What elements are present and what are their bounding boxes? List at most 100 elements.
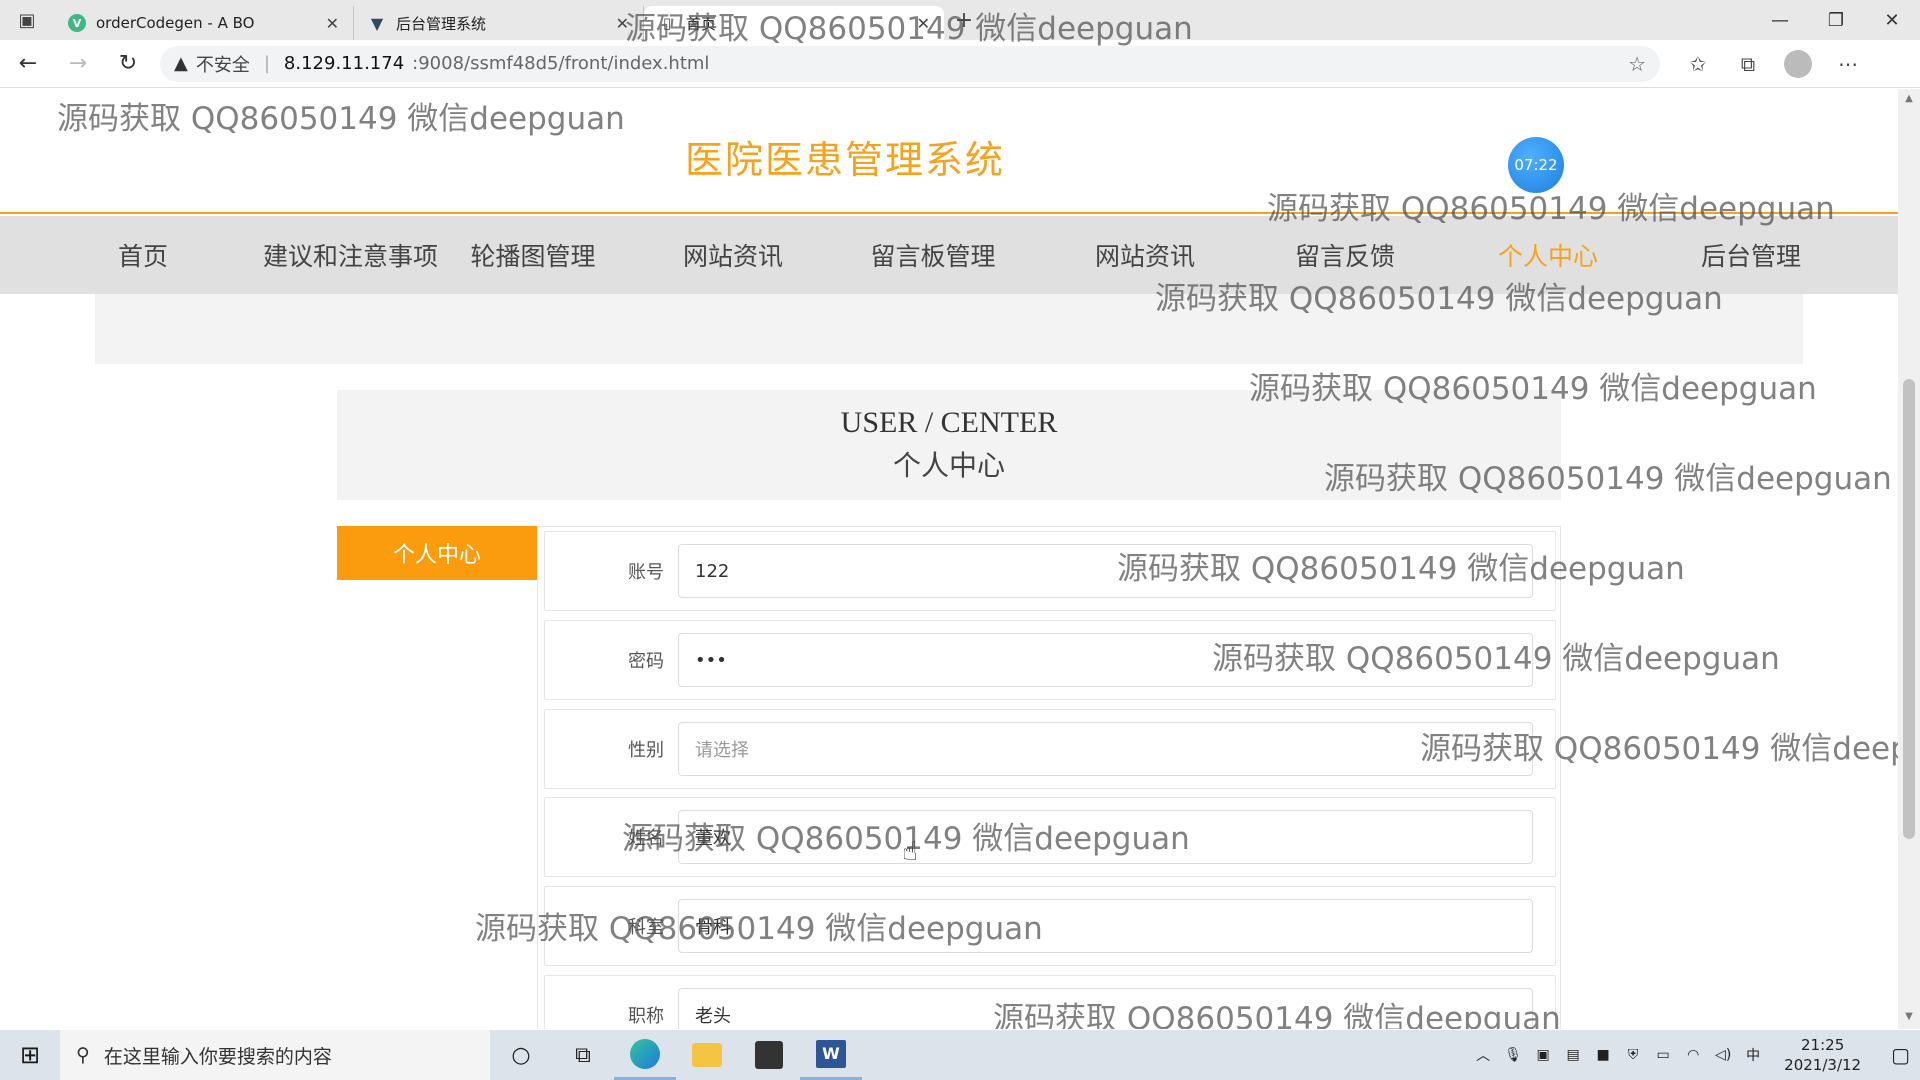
ime-indicator[interactable]: 中 [1744,1046,1762,1064]
field-label: 账号 [628,562,664,583]
show-hidden-icons-icon[interactable]: ︿ [1474,1046,1492,1064]
nav-item-user-center[interactable]: 个人中心 [1468,237,1628,273]
taskbar-search[interactable]: ⚲ 在这里输入你要搜索的内容 [60,1030,490,1080]
browser-tab-2[interactable]: ▼ 后台管理系统 ✕ [354,6,644,40]
nav-item-advice[interactable]: 建议和注意事项 [248,237,453,273]
close-icon[interactable]: ✕ [917,14,930,33]
taskbar-time: 21:25 [1801,1036,1845,1054]
vue-icon: ▼ [370,13,384,33]
more-icon[interactable]: ⋯ [1826,44,1870,84]
name-input[interactable]: 董欢 [678,810,1533,864]
window-controls: — ❐ ✕ [1752,0,1920,40]
search-icon: ⚲ [76,1044,90,1066]
form-row-name: 姓名 董欢 [544,797,1556,877]
browser-tab-bar: ▣ V orderCodegen - A BO ✕ ▼ 后台管理系统 ✕ ▯ 首… [0,0,1920,40]
form-row-account: 账号 122 [544,531,1556,611]
scroll-down-icon[interactable]: ▼ [1898,1011,1920,1022]
wifi-icon[interactable]: ◠ [1684,1046,1702,1064]
field-label: 科室 [628,917,664,938]
job-title-input[interactable]: 老头 [678,988,1533,1029]
task-view-icon[interactable]: ⧉ [552,1030,614,1080]
url-field[interactable]: ▲ 不安全 | 8.129.11.174 :9008/ssmf48d5/front… [160,45,1660,82]
profile-avatar[interactable] [1784,49,1812,78]
vue-icon: V [68,14,86,32]
collections-icon[interactable]: ⧉ [1726,44,1770,84]
tab-actions-icon[interactable]: ▣ [0,0,54,40]
hand-cursor-icon: ☝ [902,837,918,867]
close-icon[interactable]: ✕ [326,14,339,33]
nav-item-admin[interactable]: 后台管理 [1671,237,1831,273]
scrollbar-thumb[interactable] [1903,379,1915,839]
security-label: 不安全 [195,54,250,76]
browser-tab-3[interactable]: ▯ 首页 ✕ [644,6,944,40]
edge-app-icon[interactable] [614,1030,676,1080]
scroll-up-icon[interactable]: ▲ [1898,93,1920,104]
web-page: 医院医患管理系统 07:22 首页 建议和注意事项 轮播图管理 网站资讯 留言板… [0,89,1898,1029]
volume-icon[interactable]: ◁) [1714,1046,1732,1064]
form-row-password: 密码 ••• [544,620,1556,700]
banner-strip [95,294,1803,364]
add-favorite-icon[interactable]: ☆ [1628,52,1646,76]
tab-title: 首页 [686,14,717,33]
site-nav: 首页 建议和注意事项 轮播图管理 网站资讯 留言板管理 网站资讯 留言反馈 个人… [0,216,1898,294]
page-icon: ▯ [662,14,672,32]
page-scrollbar[interactable]: ▲ ▼ [1898,89,1920,1029]
section-title-en: USER / CENTER [840,406,1058,439]
nav-item-news-2[interactable]: 网站资讯 [1065,237,1225,273]
windows-start-icon[interactable]: ⊞ [0,1030,60,1080]
tab-title: orderCodegen - A BO [96,14,255,32]
section-title-cn: 个人中心 [892,449,1005,482]
nav-item-feedback[interactable]: 留言反馈 [1265,237,1425,273]
warning-icon: ▲ [174,53,188,74]
cortana-icon[interactable]: ○ [490,1030,552,1080]
url-host: 8.129.11.174 [283,53,405,74]
nvidia-icon[interactable]: ■ [1594,1046,1612,1064]
taskbar-clock[interactable]: 21:25 2021/3/12 [1784,1035,1861,1075]
nav-item-carousel[interactable]: 轮播图管理 [453,237,613,273]
close-window-icon[interactable]: ✕ [1864,0,1920,40]
password-input[interactable]: ••• [678,633,1533,687]
favorites-icon[interactable]: ✩ [1676,44,1720,84]
url-separator: | [263,53,270,74]
department-input[interactable]: 骨科 [678,899,1533,953]
site-header: 医院医患管理系统 07:22 [0,89,1898,214]
side-menu-user-center[interactable]: 个人中心 [337,526,537,580]
user-form: 账号 122 密码 ••• 性别 请选择 姓名 董欢 科室 骨科 职称 老头 [537,526,1561,1029]
nav-item-home[interactable]: 首页 [72,237,214,273]
nav-item-news[interactable]: 网站资讯 [653,237,813,273]
site-title: 医院医患管理系统 [684,138,1005,182]
form-row-department: 科室 骨科 [544,886,1556,966]
tab-title: 后台管理系统 [396,14,487,33]
form-row-title: 职称 老头 [544,975,1556,1029]
field-label: 姓名 [628,828,664,849]
store-icon[interactable] [738,1030,800,1080]
field-label: 性别 [628,740,664,761]
system-tray: ︿ 🎙 ▣ ▤ ■ ⛨ ▭ ◠ ◁) 中 21:25 2021/3/12 ▢ [1474,1035,1920,1075]
restore-icon[interactable]: ❐ [1808,0,1864,40]
reload-icon[interactable]: ↻ [106,44,150,84]
tray-app-icon[interactable]: ▣ [1534,1046,1552,1064]
url-path: :9008/ssmf48d5/front/index.html [412,53,710,74]
account-input[interactable]: 122 [678,544,1533,598]
tray-app-icon-2[interactable]: ▤ [1564,1046,1582,1064]
browser-address-bar: ← → ↻ ▲ 不安全 | 8.129.11.174 :9008/ssmf48d5… [0,40,1920,88]
new-tab-button[interactable]: + [944,8,984,33]
microphone-icon[interactable]: 🎙 [1504,1046,1522,1064]
notification-icon[interactable]: ▢ [1891,1043,1910,1067]
close-icon[interactable]: ✕ [616,14,629,33]
battery-icon[interactable]: ▭ [1654,1046,1672,1064]
security-icon[interactable]: ⛨ [1624,1046,1642,1064]
nav-item-message-board[interactable]: 留言板管理 [853,237,1013,273]
taskbar-search-placeholder: 在这里输入你要搜索的内容 [103,1045,332,1068]
browser-tab-1[interactable]: V orderCodegen - A BO ✕ [54,6,354,40]
file-explorer-icon[interactable] [676,1030,738,1080]
back-icon[interactable]: ← [6,44,50,84]
minimize-icon[interactable]: — [1752,0,1808,40]
forward-icon[interactable]: → [56,44,100,84]
word-app-icon[interactable]: W [800,1030,862,1080]
gender-select[interactable]: 请选择 [678,722,1533,776]
taskbar-date: 2021/3/12 [1784,1056,1862,1074]
clock-widget: 07:22 [1508,137,1564,193]
taskbar: ⊞ ⚲ 在这里输入你要搜索的内容 ○ ⧉ W ︿ 🎙 ▣ ▤ ■ ⛨ ▭ ◠ ◁… [0,1030,1920,1080]
browser-tools: ✩ ⧉ ⋯ [1676,44,1870,84]
